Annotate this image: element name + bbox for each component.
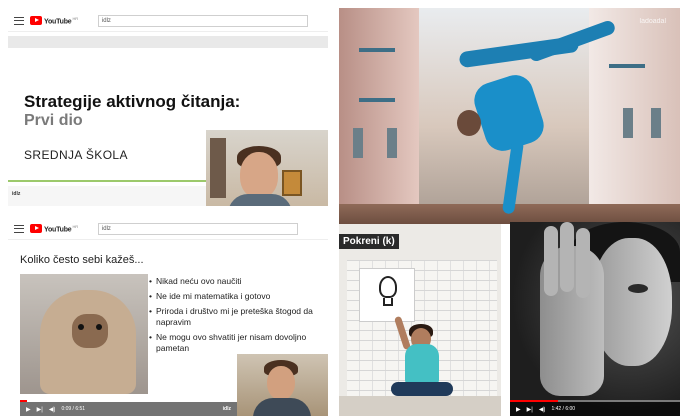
youtube-play-icon <box>30 15 42 25</box>
slide-divider <box>8 180 208 182</box>
face <box>592 238 672 366</box>
youtube-logo[interactable]: YouTubeHR <box>30 224 78 233</box>
bullet-list: Nikad neću ovo naučiti Ne ide mi matemat… <box>149 276 327 358</box>
video-panel-koliko[interactable]: YouTubeHR idlz Koliko često sebi kažeš..… <box>8 214 328 416</box>
volume-icon[interactable]: ◀) <box>49 406 56 413</box>
window <box>651 108 661 138</box>
slide-title: Strategije aktivnog čitanja: <box>24 92 241 111</box>
pug-photo <box>20 274 148 394</box>
dancer-torso <box>469 70 549 156</box>
youtube-region: HR <box>72 15 79 21</box>
finger <box>560 222 574 292</box>
slide-school: SREDNJA ŠKOLA <box>24 148 128 162</box>
finger <box>576 228 590 298</box>
play-icon[interactable]: ▶ <box>516 406 521 413</box>
lightbulb-base <box>383 298 393 306</box>
bookshelf <box>210 138 226 198</box>
youtube-region: HR <box>72 223 79 229</box>
eye-cover-video[interactable]: ▶ ▶| ◀) 1:42 / 6:00 <box>510 222 680 416</box>
pug-face <box>72 314 108 348</box>
youtube-logo-text: YouTube <box>44 18 72 26</box>
video-time: 0:09 / 6:51 <box>61 406 86 412</box>
breakdance-photo: ladoadal <box>339 8 680 224</box>
youtube-play-icon <box>30 223 42 233</box>
picture-frame <box>282 170 302 196</box>
youtube-header: YouTubeHR idlz <box>8 10 328 32</box>
video-panel-strategije[interactable]: YouTubeHR idlz Strategije aktivnog čitan… <box>8 8 328 206</box>
video-controls: ▶ ▶| ◀) 1:42 / 6:00 <box>510 402 680 416</box>
balcony <box>359 98 395 102</box>
presenter-webcam <box>206 130 328 206</box>
finger <box>544 226 558 296</box>
next-icon[interactable]: ▶| <box>37 406 43 413</box>
girl-torso <box>405 344 439 384</box>
window <box>623 108 633 138</box>
slide-question: Koliko često sebi kažeš... <box>20 254 144 266</box>
search-input[interactable]: idlz <box>97 222 298 235</box>
next-icon[interactable]: ▶| <box>527 406 533 413</box>
photo-watermark: ladoadal <box>639 18 666 25</box>
bullet-item: Priroda i društvo mi je preteška štogod … <box>149 306 327 328</box>
footer-brand: idlz <box>12 191 21 197</box>
building-left <box>339 8 419 208</box>
video-controls: ▶ ▶| ◀) 0:09 / 6:51 idlz <box>20 402 237 416</box>
slide-top-band <box>8 36 328 48</box>
dancer-head <box>457 110 481 136</box>
window <box>387 128 397 158</box>
presenter-webcam <box>237 354 328 416</box>
bullet-item: Ne ide mi matematika i gotovo <box>149 291 327 302</box>
slide-footer: idlz <box>8 186 208 206</box>
volume-icon[interactable]: ◀) <box>539 406 546 413</box>
youtube-logo[interactable]: YouTubeHR <box>30 16 78 25</box>
presenter-head <box>267 366 295 400</box>
menu-icon[interactable] <box>14 224 24 233</box>
lightbulb-icon <box>379 276 397 298</box>
play-icon[interactable]: ▶ <box>26 406 31 413</box>
eye <box>628 284 648 293</box>
menu-icon[interactable] <box>14 16 24 25</box>
lightbulb-photo: Pokreni (k) <box>339 224 501 416</box>
youtube-header: YouTubeHR idlz <box>8 218 328 240</box>
presenter-body <box>253 398 311 416</box>
bullet-item: Nikad neću ovo naučiti <box>149 276 327 287</box>
building-right <box>589 8 680 208</box>
slide-subtitle: Prvi dio <box>24 112 83 129</box>
youtube-logo-text: YouTube <box>44 226 72 234</box>
balcony <box>609 64 645 68</box>
video-time: 1:42 / 6:00 <box>551 406 576 412</box>
presenter-head <box>240 152 278 198</box>
play-tooltip: Pokreni (k) <box>339 234 399 249</box>
floor <box>339 396 501 416</box>
balcony <box>359 48 395 52</box>
window <box>353 128 363 158</box>
bullet-item: Ne mogu ovo shvatiti jer nisam dovoljno … <box>149 332 327 354</box>
search-input[interactable]: idlz <box>97 14 308 27</box>
footer-brand: idlz <box>222 406 231 412</box>
girl-legs <box>391 382 453 396</box>
